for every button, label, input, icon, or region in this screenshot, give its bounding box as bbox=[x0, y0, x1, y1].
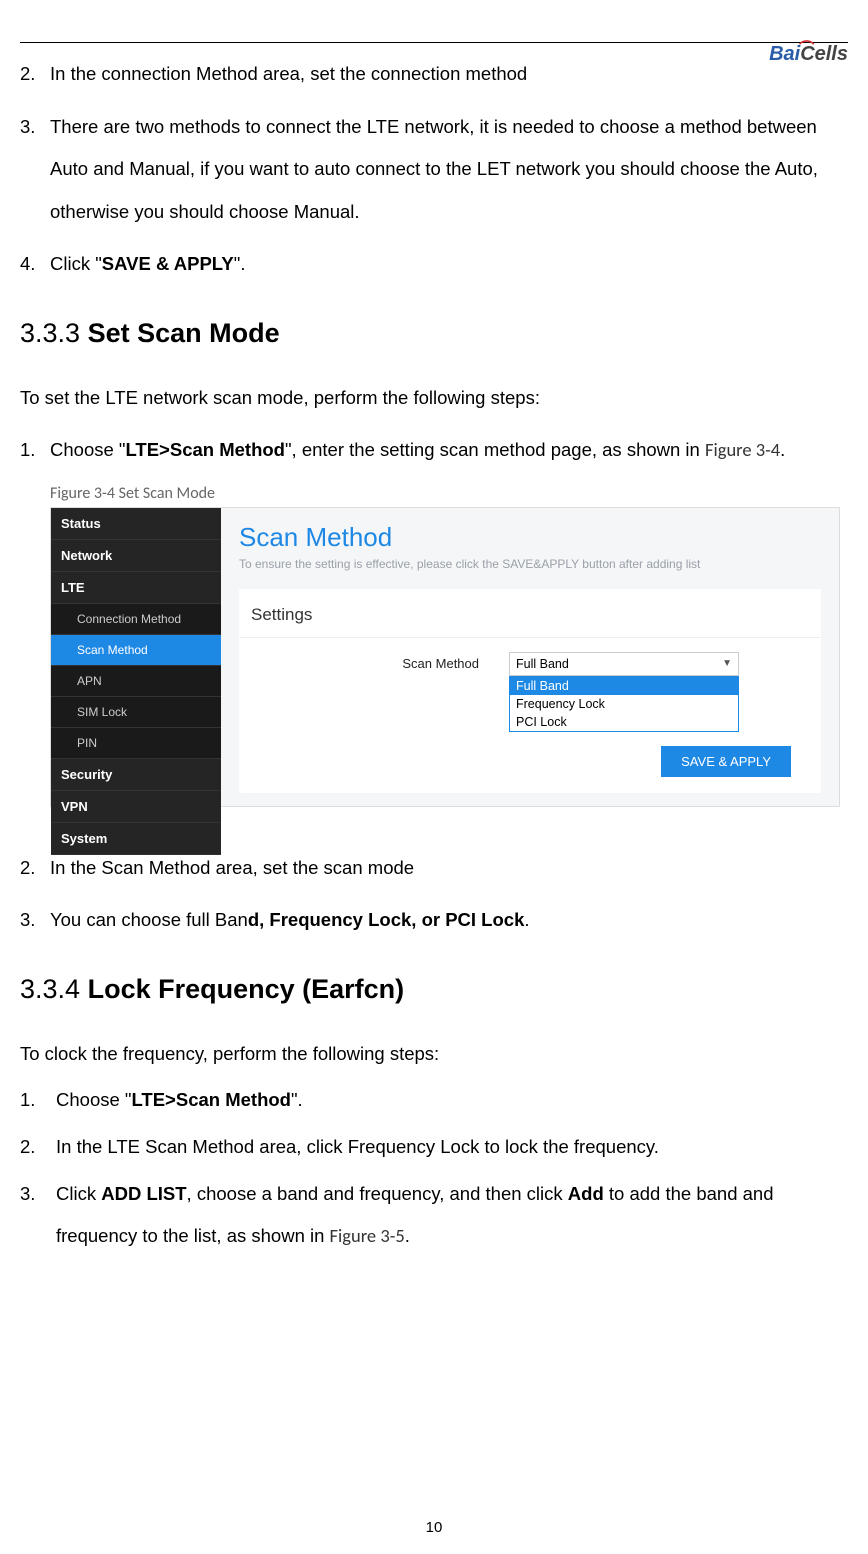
sidebar-item-scan-method[interactable]: Scan Method bbox=[51, 635, 221, 666]
list-number: 3. bbox=[20, 106, 50, 234]
list-text: In the connection Method area, set the c… bbox=[50, 53, 848, 96]
chevron-down-icon: ▼ bbox=[722, 658, 732, 669]
dropdown-option-pci-lock[interactable]: PCI Lock bbox=[510, 713, 738, 731]
text: ". bbox=[291, 1089, 303, 1110]
section-number: 3.3.4 bbox=[20, 974, 80, 1004]
text: Click " bbox=[50, 253, 102, 274]
sidebar: Status Network LTE Connection Method Sca… bbox=[51, 508, 221, 806]
sidebar-item-pin[interactable]: PIN bbox=[51, 728, 221, 759]
form-label: Scan Method bbox=[239, 652, 479, 671]
list-item: 2. In the Scan Method area, set the scan… bbox=[20, 847, 848, 890]
dropdown-option-frequency-lock[interactable]: Frequency Lock bbox=[510, 695, 738, 713]
figure-caption: Figure 3-4 Set Scan Mode bbox=[50, 484, 848, 503]
list-item: 2. In the LTE Scan Method area, click Fr… bbox=[20, 1126, 848, 1169]
list-number: 2. bbox=[20, 53, 50, 96]
text: Click bbox=[56, 1183, 101, 1204]
list-number: 2. bbox=[20, 847, 50, 890]
list-number: 3. bbox=[20, 1173, 50, 1258]
form-row: Scan Method Full Band ▼ Full Band Freque… bbox=[239, 638, 821, 732]
text: ". bbox=[234, 253, 246, 274]
dropdown-option-full-band[interactable]: Full Band bbox=[510, 677, 738, 695]
sidebar-item-sim-lock[interactable]: SIM Lock bbox=[51, 697, 221, 728]
list-text: In the Scan Method area, set the scan mo… bbox=[50, 847, 848, 890]
sidebar-item-apn[interactable]: APN bbox=[51, 666, 221, 697]
list-item: 2. In the connection Method area, set th… bbox=[20, 53, 848, 96]
list-item: 1. Choose "LTE>Scan Method", enter the s… bbox=[20, 429, 848, 472]
section-heading: 3.3.4 Lock Frequency (Earfcn) bbox=[20, 974, 848, 1005]
list-text: Choose "LTE>Scan Method", enter the sett… bbox=[50, 429, 848, 472]
list-item: 3. Click ADD LIST, choose a band and fre… bbox=[20, 1173, 848, 1258]
main-panel: Scan Method To ensure the setting is eff… bbox=[221, 508, 839, 806]
text: ", enter the setting scan method page, a… bbox=[285, 439, 705, 460]
bold-text: SAVE & APPLY bbox=[102, 253, 234, 274]
list-text: In the LTE Scan Method area, click Frequ… bbox=[50, 1126, 848, 1169]
bold-text: ADD LIST bbox=[101, 1183, 186, 1204]
select-value: Full Band bbox=[516, 657, 569, 671]
bold-text: Add bbox=[568, 1183, 604, 1204]
list-text: There are two methods to connect the LTE… bbox=[50, 106, 848, 234]
sidebar-item-connection-method[interactable]: Connection Method bbox=[51, 604, 221, 635]
text: . bbox=[405, 1225, 410, 1246]
panel-title: Scan Method bbox=[239, 522, 821, 553]
list-number: 2. bbox=[20, 1126, 50, 1169]
sidebar-item-status[interactable]: Status bbox=[51, 508, 221, 540]
bold-text: LTE>Scan Method bbox=[125, 439, 285, 460]
list-item: 1. Choose "LTE>Scan Method". bbox=[20, 1079, 848, 1122]
section-number: 3.3.3 bbox=[20, 318, 80, 348]
scan-method-select[interactable]: Full Band ▼ bbox=[509, 652, 739, 676]
list-text: You can choose full Band, Frequency Lock… bbox=[50, 899, 848, 942]
sidebar-item-vpn[interactable]: VPN bbox=[51, 791, 221, 823]
text: . bbox=[524, 909, 529, 930]
sidebar-item-network[interactable]: Network bbox=[51, 540, 221, 572]
text: Choose " bbox=[50, 439, 125, 460]
header-divider bbox=[20, 42, 848, 43]
sidebar-item-lte[interactable]: LTE bbox=[51, 572, 221, 604]
scan-method-dropdown: Full Band Frequency Lock PCI Lock bbox=[509, 676, 739, 732]
bold-text: d, Frequency Lock, or PCI Lock bbox=[248, 909, 525, 930]
figure-reference: Figure 3-5 bbox=[330, 1224, 405, 1247]
list-number: 4. bbox=[20, 243, 50, 286]
text: , choose a band and frequency, and then … bbox=[187, 1183, 568, 1204]
list-text: Click "SAVE & APPLY". bbox=[50, 243, 848, 286]
section-title: Set Scan Mode bbox=[88, 318, 280, 348]
list-number: 1. bbox=[20, 1079, 50, 1122]
settings-heading: Settings bbox=[239, 605, 821, 638]
list-item: 3. There are two methods to connect the … bbox=[20, 106, 848, 234]
paragraph: To clock the frequency, perform the foll… bbox=[20, 1033, 848, 1076]
settings-box: Settings Scan Method Full Band ▼ Full Ba… bbox=[239, 589, 821, 793]
sidebar-item-security[interactable]: Security bbox=[51, 759, 221, 791]
form-field: Full Band ▼ Full Band Frequency Lock PCI… bbox=[509, 652, 791, 732]
save-apply-button[interactable]: SAVE & APPLY bbox=[661, 746, 791, 777]
list-number: 3. bbox=[20, 899, 50, 942]
brand-logo: ⌒ BaiCells bbox=[769, 43, 848, 66]
list-item: 3. You can choose full Band, Frequency L… bbox=[20, 899, 848, 942]
section-title: Lock Frequency (Earfcn) bbox=[88, 974, 405, 1004]
figure-screenshot: Status Network LTE Connection Method Sca… bbox=[50, 507, 840, 807]
paragraph: To set the LTE network scan mode, perfor… bbox=[20, 377, 848, 420]
text: . bbox=[780, 439, 785, 460]
bold-text: LTE>Scan Method bbox=[131, 1089, 291, 1110]
list-number: 1. bbox=[20, 429, 50, 472]
page-number: 10 bbox=[426, 1519, 443, 1536]
list-item: 4. Click "SAVE & APPLY". bbox=[20, 243, 848, 286]
figure-reference: Figure 3-4 bbox=[705, 438, 780, 461]
list-text: Choose "LTE>Scan Method". bbox=[50, 1079, 848, 1122]
logo-text-bai: Bai bbox=[769, 43, 800, 65]
list-text: Click ADD LIST, choose a band and freque… bbox=[50, 1173, 848, 1258]
text: Choose " bbox=[56, 1089, 131, 1110]
panel-hint: To ensure the setting is effective, plea… bbox=[239, 557, 821, 571]
text: You can choose full Ban bbox=[50, 909, 248, 930]
logo-arc-icon: ⌒ bbox=[799, 37, 814, 58]
section-heading: 3.3.3 Set Scan Mode bbox=[20, 318, 848, 349]
